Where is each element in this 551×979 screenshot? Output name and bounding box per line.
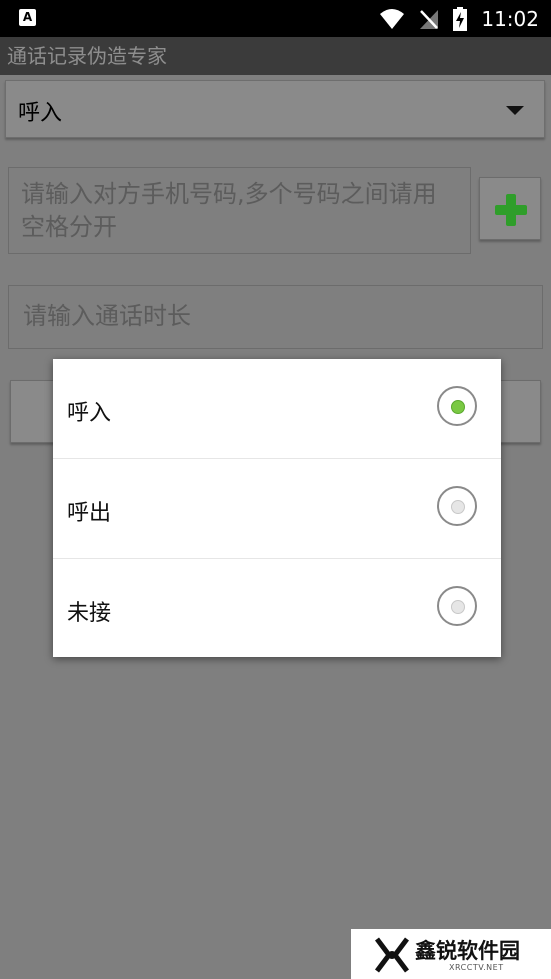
call-type-selected: 呼入 xyxy=(18,101,63,126)
status-icons: 11:02 xyxy=(379,0,539,37)
option-incoming[interactable]: 呼入 xyxy=(53,359,501,459)
call-type-spinner[interactable]: 呼入 xyxy=(5,80,545,138)
dropdown-arrow-icon xyxy=(506,106,524,115)
wifi-icon xyxy=(380,8,405,29)
plus-icon xyxy=(493,192,529,228)
battery-charging-icon xyxy=(453,6,468,31)
option-missed[interactable]: 未接 xyxy=(53,559,501,658)
status-bar: A 11:02 xyxy=(0,0,551,37)
radio-dot-icon xyxy=(451,400,465,414)
app-title-bar: 通话记录伪造专家 xyxy=(0,37,551,75)
watermark: 鑫锐软件园 XRCCTV.NET xyxy=(351,929,551,979)
option-label: 呼出 xyxy=(67,501,112,526)
watermark-name: 鑫锐软件园 xyxy=(415,939,520,963)
add-contact-button[interactable] xyxy=(479,177,541,240)
radio-button[interactable] xyxy=(437,586,477,626)
option-label: 呼入 xyxy=(67,401,112,426)
phone-number-input[interactable]: 请输入对方手机号码,多个号码之间请用空格分开 xyxy=(8,167,471,254)
notification-icon: A xyxy=(19,9,36,26)
option-label: 未接 xyxy=(67,601,112,626)
radio-button-checked[interactable] xyxy=(437,386,477,426)
call-duration-input[interactable]: 请输入通话时长 xyxy=(8,285,543,349)
radio-dot-icon xyxy=(451,600,465,614)
call-type-dialog: 呼入 呼出 未接 xyxy=(53,359,501,657)
radio-button[interactable] xyxy=(437,486,477,526)
no-signal-icon xyxy=(420,9,439,29)
option-outgoing[interactable]: 呼出 xyxy=(53,459,501,559)
status-time: 11:02 xyxy=(481,6,539,31)
watermark-url: XRCCTV.NET xyxy=(449,963,504,972)
watermark-logo-icon xyxy=(375,937,409,973)
radio-dot-icon xyxy=(451,500,465,514)
app-title: 通话记录伪造专家 xyxy=(7,44,167,68)
